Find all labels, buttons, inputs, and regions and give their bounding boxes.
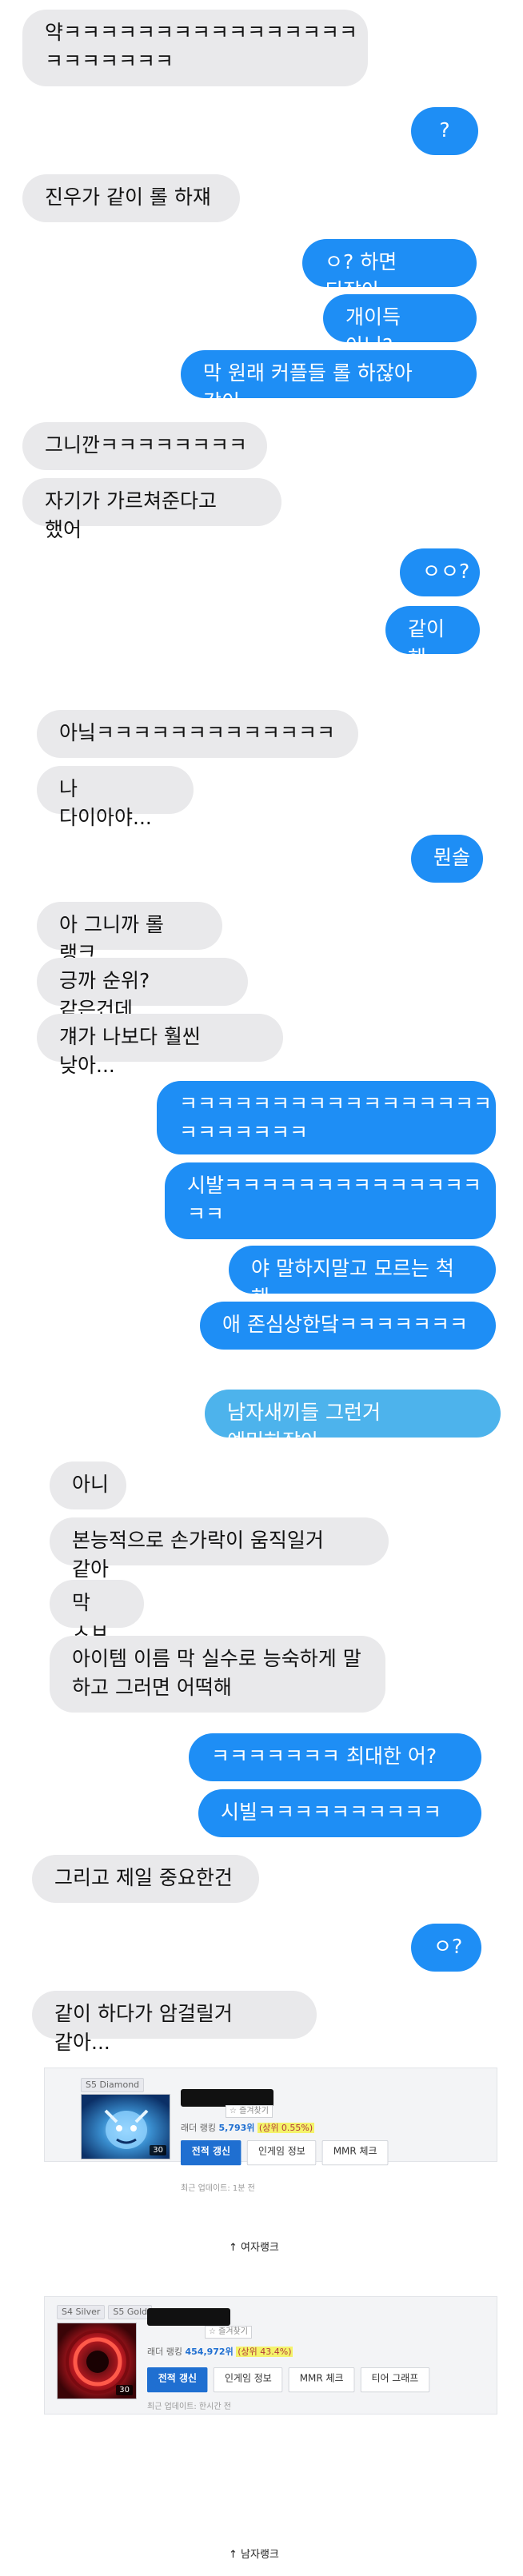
tier-graph-button[interactable]: 티어 그래프 <box>360 2367 430 2393</box>
mmr-check-button[interactable]: MMR 체크 <box>321 2140 389 2166</box>
message-bubble: 시발ㅋㅋㅋㅋㅋㅋㅋㅋㅋㅋㅋㅋㅋㅋ ㅋㅋ <box>165 1162 496 1239</box>
message-bubble: ㅇ? 하면 되잖아 <box>302 239 477 302</box>
message-bubble: ㅋㅋㅋㅋㅋㅋㅋㅋㅋㅋㅋㅋㅋㅋㅋㅋㅋ ㅋㅋㅋㅋㅋㅋㅋ <box>157 1081 496 1154</box>
message-bubble: ? <box>411 107 478 155</box>
tier-badge: S5 Gold <box>108 2305 153 2319</box>
favorite-button[interactable]: ☆ 즐겨찾기 <box>205 2326 252 2339</box>
message-bubble: ㅇㅇ? <box>400 548 480 596</box>
rank-percentile: (상위 43.4%) <box>236 2347 293 2357</box>
last-updated: 최근 업데이트: 한시간 전 <box>147 2403 231 2411</box>
message-bubble: 막 ㅅㅂ <box>50 1580 144 1643</box>
level-badge: 30 <box>150 2145 166 2155</box>
rank-value: 5,793위 <box>218 2123 255 2133</box>
message-bubble: 막 원래 커플들 롤 하잖아 같이 <box>181 350 477 413</box>
message-bubble: 아닠ㅋㅋㅋㅋㅋㅋㅋㅋㅋㅋㅋㅋㅋ <box>37 710 358 758</box>
tier-badge: S4 Silver <box>57 2305 106 2319</box>
message-bubble: 야 말하지말고 모르는 척 해 <box>229 1246 496 1309</box>
ladder-rank: 래더 랭킹 454,972위 (상위 43.4%) <box>147 2345 293 2358</box>
message-bubble: 진우가 같이 롤 하쟤 <box>22 174 240 222</box>
message-bubble: 그니깐ㅋㅋㅋㅋㅋㅋㅋㅋ <box>22 422 267 470</box>
rank-value: 454,972위 <box>185 2347 234 2357</box>
male-rank-caption: ↑ 남자랭크 <box>229 2549 279 2561</box>
tier-tags: S5 Diamond <box>81 2078 145 2092</box>
refresh-record-button[interactable]: 전적 갱신 <box>181 2140 242 2166</box>
redacted-summoner-name <box>181 2089 273 2107</box>
last-updated: 최근 업데이트: 1분 전 <box>181 2184 255 2193</box>
message-bubble: 뭔솔 <box>411 835 483 883</box>
champion-avatar: 30 <box>57 2323 137 2399</box>
message-bubble: ㅋㅋㅋㅋㅋㅋㅋ 최대한 어? <box>189 1733 481 1781</box>
message-bubble: 본능적으로 손가락이 움직일거 같아 <box>50 1517 389 1581</box>
ladder-rank: 래더 랭킹 5,793위 (상위 0.55%) <box>181 2121 315 2134</box>
message-bubble: 남자새끼들 그런거 예민하잖아 <box>205 1390 501 1453</box>
message-bubble: 같이 해 <box>385 606 480 669</box>
message-bubble: 약ㅋㅋㅋㅋㅋㅋㅋㅋㅋㅋㅋㅋㅋㅋㅋㅋ ㅋㅋㅋㅋㅋㅋㅋ <box>22 10 368 86</box>
profile-card-female: S5 Diamond 30 ☆ 즐겨찾기 래더 랭킹 5,793위 (상위 0.… <box>44 2068 497 2166</box>
level-badge: 30 <box>116 2385 133 2395</box>
action-buttons: 전적 갱신 인게임 정보 MMR 체크 <box>181 2140 389 2166</box>
refresh-record-button[interactable]: 전적 갱신 <box>147 2367 208 2393</box>
message-bubble: 아 그니까 롤 랭크 <box>37 902 222 965</box>
ingame-info-button[interactable]: 인게임 정보 <box>214 2367 283 2393</box>
ingame-info-button[interactable]: 인게임 정보 <box>247 2140 317 2166</box>
message-bubble: 시빌ㅋㅋㅋㅋㅋㅋㅋㅋㅋㅋ <box>198 1789 481 1837</box>
tier-badge: S5 Diamond <box>81 2078 145 2092</box>
profile-card-male: S4 Silver S5 Gold 30 ☆ 즐겨찾기 래더 랭킹 454,97… <box>44 2296 497 2415</box>
message-bubble: 긍까 순위? 같은건데 <box>37 958 248 1021</box>
action-buttons: 전적 갱신 인게임 정보 MMR 체크 티어 그래프 <box>147 2367 430 2393</box>
message-bubble: 자기가 가르쳐준다고 했어 <box>22 478 281 541</box>
message-bubble: 개이득 아님? <box>323 294 477 357</box>
mmr-check-button[interactable]: MMR 체크 <box>288 2367 355 2393</box>
message-bubble: 아니 <box>50 1461 126 1509</box>
rank-label: 래더 랭킹 <box>181 2123 216 2133</box>
female-rank-caption: ↑ 여자랭크 <box>229 2242 279 2254</box>
message-bubble: 걔가 나보다 훨씬 낮아... <box>37 1014 283 1077</box>
favorite-button[interactable]: ☆ 즐겨찾기 <box>226 2105 273 2118</box>
champion-avatar: 30 <box>81 2094 170 2159</box>
tier-tags: S4 Silver S5 Gold <box>57 2305 153 2319</box>
message-bubble: ㅇ? <box>411 1924 481 1972</box>
message-bubble: 그리고 제일 중요한건 <box>32 1855 259 1903</box>
message-bubble: 아이템 이름 막 실수로 능숙하게 말 하고 그러면 어떡해 <box>50 1636 385 1713</box>
message-bubble: 같이 하다가 암걸릴거 같아... <box>32 1991 317 2054</box>
message-bubble: 나 다이아야... <box>37 766 194 829</box>
message-bubble: 애 존심상한닼ㅋㅋㅋㅋㅋㅋㅋ <box>200 1302 496 1350</box>
redacted-summoner-name <box>147 2308 230 2326</box>
rank-percentile: (상위 0.55%) <box>257 2123 315 2133</box>
rank-label: 래더 랭킹 <box>147 2347 182 2357</box>
